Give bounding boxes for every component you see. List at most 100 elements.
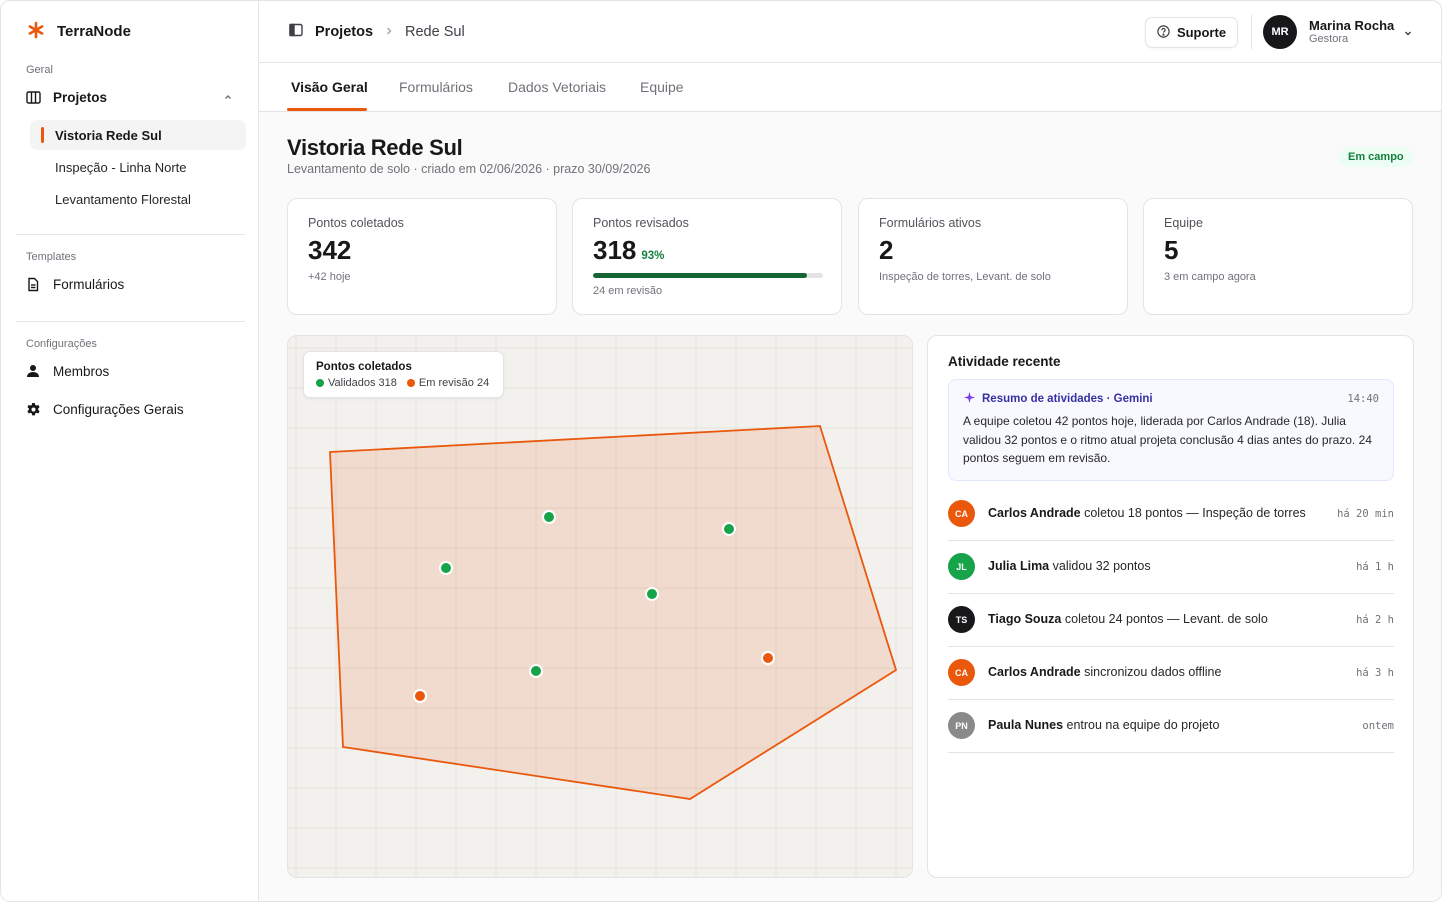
map-point-validated[interactable]	[722, 522, 736, 536]
sidebar: TerraNode Geral Projetos Vistoria Rede S…	[1, 1, 259, 901]
stat-note: 3 em campo agora	[1164, 271, 1256, 283]
stat-value: 5	[1164, 235, 1179, 265]
summary-header: Resumo de atividades · Gemini	[964, 392, 1153, 406]
user-name: Marina Rocha	[1309, 18, 1395, 33]
map-point-validated[interactable]	[645, 587, 659, 601]
activity-title: Atividade recente	[948, 354, 1061, 369]
activity-user-name: Julia Lima	[988, 559, 1050, 573]
avatar: CA	[948, 659, 975, 686]
chevron-up-icon[interactable]	[223, 90, 233, 105]
user-menu[interactable]: MR Marina Rocha Gestora	[1263, 15, 1411, 49]
breadcrumb: Projetos Rede Sul	[289, 23, 465, 41]
map-point-review[interactable]	[761, 651, 775, 665]
avatar: PN	[948, 712, 975, 739]
support-button[interactable]: Suporte	[1145, 17, 1238, 48]
summary-time: 14:40	[1347, 393, 1379, 405]
stat-percent: 93%	[641, 250, 665, 262]
activity-item[interactable]: PN Paula Nunes entrou na equipe do projet…	[948, 700, 1394, 753]
map-point-validated[interactable]	[529, 664, 543, 678]
user-icon	[25, 363, 41, 379]
stat-card-pontos-coletados: Pontos coletados 342 +42 hoje	[287, 198, 557, 315]
sidebar-project-vistoria-rede-sul[interactable]: Vistoria Rede Sul	[30, 120, 246, 150]
sidebar-item-label: Configurações Gerais	[53, 401, 184, 417]
legend-label: Em revisão 24	[418, 377, 490, 389]
activity-item[interactable]: CA Carlos Andrade coletou 18 pontos — Ins…	[948, 488, 1394, 541]
green-dot-icon	[316, 378, 324, 387]
map-point-review[interactable]	[413, 689, 427, 703]
sidebar-toggle-icon[interactable]	[289, 23, 303, 41]
brand-logo-icon	[27, 21, 45, 42]
chevron-right-icon	[385, 25, 393, 39]
survey-area-polygon[interactable]	[329, 425, 898, 800]
map-point-validated[interactable]	[542, 510, 556, 524]
tab-equipe[interactable]: Equipe	[640, 79, 684, 95]
tab-formularios[interactable]: Formulários	[399, 79, 473, 95]
activity-time: há 1 h	[1356, 561, 1394, 573]
gear-icon	[25, 401, 41, 417]
tab-visao-geral[interactable]: Visão Geral	[291, 79, 368, 95]
activity-user-name: Paula Nunes	[988, 718, 1064, 732]
app-window: TerraNode Geral Projetos Vistoria Rede S…	[0, 0, 1442, 902]
help-circle-icon	[1157, 24, 1170, 41]
map-point-validated[interactable]	[439, 561, 453, 575]
brand[interactable]: TerraNode	[27, 21, 131, 42]
activity-text: Julia Lima validou 32 pontos	[988, 559, 1151, 573]
sidebar-project-inspecao-linha-norte[interactable]: Inspeção - Linha Norte	[30, 152, 246, 182]
support-label: Suporte	[1176, 25, 1227, 40]
activity-time: há 2 h	[1356, 614, 1394, 626]
stat-label: Pontos revisados	[593, 216, 689, 230]
brand-name: TerraNode	[57, 23, 131, 40]
main-content: Vistoria Rede Sul Levantamento de solo ·…	[259, 112, 1441, 901]
avatar: MR	[1263, 15, 1297, 49]
activity-item[interactable]: JL Julia Lima validou 32 pontos há 1 h	[948, 541, 1394, 594]
summary-title: Resumo de atividades · Gemini	[982, 393, 1153, 405]
avatar: TS	[948, 606, 975, 633]
stat-note: Inspeção de torres, Levant. de solo	[879, 271, 1051, 283]
activity-user-name: Carlos Andrade	[988, 506, 1081, 520]
sidebar-item-label: Formulários	[53, 276, 125, 292]
stat-value: 318	[593, 235, 637, 265]
avatar: CA	[948, 500, 975, 527]
tab-bar: Visão Geral Formulários Dados Vetoriais …	[259, 63, 1441, 112]
sidebar-divider	[16, 321, 245, 322]
activity-text: Paula Nunes entrou na equipe do projeto	[988, 718, 1220, 732]
activity-text: Tiago Souza coletou 24 pontos — Levant. …	[988, 612, 1268, 626]
user-role: Gestora	[1309, 33, 1349, 45]
sidebar-item-formularios[interactable]: Formulários	[25, 268, 245, 300]
avatar: JL	[948, 553, 975, 580]
columns-icon	[25, 89, 41, 105]
tab-dados-vetoriais[interactable]: Dados Vetoriais	[508, 79, 606, 95]
stat-value-wrap: 318 93%	[593, 235, 664, 266]
legend-title: Pontos coletados	[316, 361, 412, 373]
legend-items: Validados 318 Em revisão 24	[316, 377, 489, 389]
activity-panel: Atividade recente Resumo de atividades ·…	[927, 335, 1414, 878]
topbar: Projetos Rede Sul Suporte MR Marina Roch…	[259, 1, 1441, 63]
activity-user-name: Tiago Souza	[988, 612, 1062, 626]
breadcrumb-projetos[interactable]: Projetos	[315, 24, 373, 40]
sparkle-icon	[964, 392, 975, 406]
active-tab-indicator	[287, 108, 367, 111]
map-view[interactable]: Pontos coletados Validados 318 Em revisã…	[287, 335, 913, 878]
sidebar-item-configuracoes-gerais[interactable]: Configurações Gerais	[25, 393, 245, 425]
activity-time: há 3 h	[1356, 667, 1394, 679]
sidebar-item-label: Membros	[53, 363, 110, 379]
activity-text: Carlos Andrade coletou 18 pontos — Inspe…	[988, 506, 1306, 520]
page-subtitle: Levantamento de solo · criado em 02/06/2…	[287, 162, 651, 176]
map-legend: Pontos coletados Validados 318 Em revisã…	[303, 351, 504, 398]
activity-text: Carlos Andrade sincronizou dados offline	[988, 665, 1222, 679]
activity-time: há 20 min	[1337, 508, 1394, 520]
activity-item[interactable]: CA Carlos Andrade sincronizou dados offli…	[948, 647, 1394, 700]
chevron-down-icon	[1403, 26, 1413, 41]
stat-label: Pontos coletados	[308, 216, 404, 230]
stat-card-formularios-ativos: Formulários ativos 2 Inspeção de torres,…	[858, 198, 1128, 315]
sidebar-project-levantamento-florestal[interactable]: Levantamento Florestal	[30, 184, 246, 214]
page-title: Vistoria Rede Sul	[287, 135, 463, 160]
stat-value: 2	[879, 235, 894, 265]
ai-summary-card: Resumo de atividades · Gemini 14:40 A eq…	[948, 379, 1394, 481]
activity-item[interactable]: TS Tiago Souza coletou 24 pontos — Levant…	[948, 594, 1394, 647]
map-canvas[interactable]	[288, 336, 913, 878]
stat-value: 342	[308, 235, 352, 265]
sidebar-item-membros[interactable]: Membros	[25, 355, 245, 387]
stat-card-equipe: Equipe 5 3 em campo agora	[1143, 198, 1413, 315]
sidebar-item-projetos[interactable]: Projetos	[25, 81, 245, 113]
